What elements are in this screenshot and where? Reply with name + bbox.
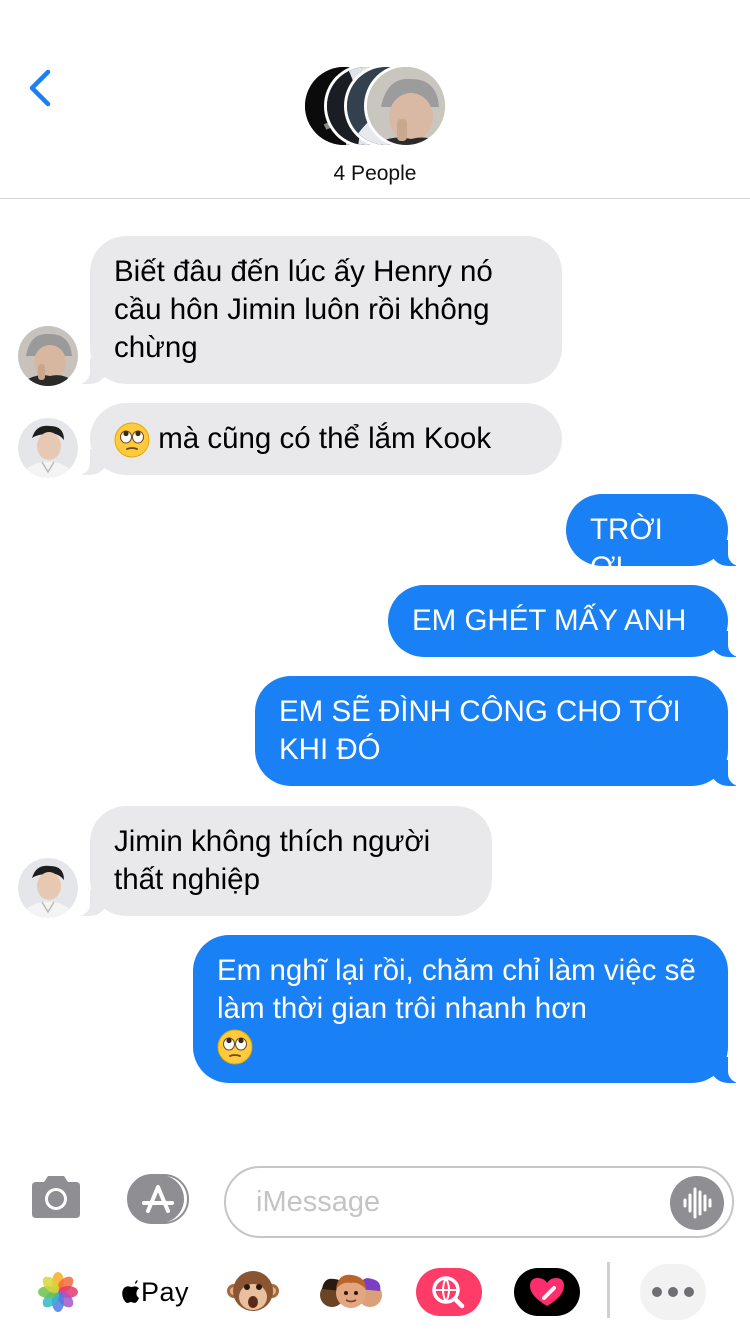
message-text: Jimin không thích người thất nghiệp xyxy=(114,825,431,896)
conversation-header: 4 People xyxy=(0,0,750,199)
apple-pay-button[interactable]: Pay xyxy=(118,1264,192,1320)
message-text: TRỜI ƠI xyxy=(590,513,663,584)
waveform-icon xyxy=(683,1187,712,1219)
message-bubble-outgoing[interactable]: EM SẼ ĐÌNH CÔNG CHO TỚI KHI ĐÓ xyxy=(255,676,742,786)
face-with-rolling-eyes-icon xyxy=(114,422,150,458)
animoji-app-button[interactable] xyxy=(224,1264,282,1320)
avatar-white-shirt[interactable] xyxy=(18,858,78,918)
message-input-field[interactable] xyxy=(224,1166,734,1238)
group-avatar-4 xyxy=(364,64,448,148)
message-text: EM SẼ ĐÌNH CÔNG CHO TỚI KHI ĐÓ xyxy=(279,695,681,766)
photos-icon xyxy=(38,1272,78,1312)
app-drawer: Pay xyxy=(0,1256,750,1334)
memoji-app-button[interactable] xyxy=(316,1264,386,1320)
digital-touch-app-button[interactable] xyxy=(514,1264,580,1320)
message-bubble-outgoing[interactable]: EM GHÉT MẤY ANH xyxy=(388,585,742,657)
message-text: Em nghĩ lại rồi, chăm chỉ làm việc sẽ là… xyxy=(217,954,696,1025)
audio-message-button[interactable] xyxy=(670,1176,724,1230)
message-input[interactable] xyxy=(256,1182,656,1222)
avatar-gray-beanie[interactable] xyxy=(18,326,78,386)
face-with-rolling-eyes-icon xyxy=(217,1029,253,1065)
conversation-title[interactable]: 4 People xyxy=(0,162,750,186)
message-text: EM GHÉT MẤY ANH xyxy=(412,604,687,637)
web-search-icon xyxy=(416,1268,482,1316)
app-store-icon xyxy=(127,1174,189,1224)
group-avatar-stack[interactable] xyxy=(302,64,448,148)
apple-pay-label: Pay xyxy=(140,1276,190,1307)
camera-button[interactable] xyxy=(28,1174,84,1220)
composer-bar xyxy=(0,1150,750,1250)
message-bubble-incoming[interactable]: mà cũng có thể lắm Kook xyxy=(76,403,562,475)
more-apps-button[interactable] xyxy=(640,1264,706,1320)
web-search-app-button[interactable] xyxy=(416,1264,482,1320)
camera-icon xyxy=(32,1176,80,1218)
chevron-left-icon xyxy=(29,69,51,107)
app-store-button[interactable] xyxy=(126,1173,190,1225)
avatar-white-shirt[interactable] xyxy=(18,418,78,478)
photos-app-button[interactable] xyxy=(36,1264,80,1320)
more-icon xyxy=(652,1287,662,1297)
message-text: Biết đâu đến lúc ấy Henry nó cầu hôn Jim… xyxy=(114,255,493,364)
message-bubble-outgoing[interactable]: Em nghĩ lại rồi, chăm chỉ làm việc sẽ là… xyxy=(193,935,742,1083)
memoji-icon xyxy=(320,1274,382,1308)
message-text: mà cũng có thể lắm Kook xyxy=(150,422,492,455)
digital-touch-icon xyxy=(514,1268,580,1316)
message-bubble-outgoing[interactable]: TRỜI ƠI xyxy=(566,494,742,584)
message-bubble-incoming[interactable]: Biết đâu đến lúc ấy Henry nó cầu hôn Jim… xyxy=(76,236,562,384)
back-button[interactable] xyxy=(22,66,62,110)
drawer-divider xyxy=(607,1262,610,1318)
apple-logo-icon xyxy=(122,1280,139,1303)
message-bubble-incoming[interactable]: Jimin không thích người thất nghiệp xyxy=(76,806,492,916)
monkey-animoji-icon xyxy=(227,1271,279,1311)
